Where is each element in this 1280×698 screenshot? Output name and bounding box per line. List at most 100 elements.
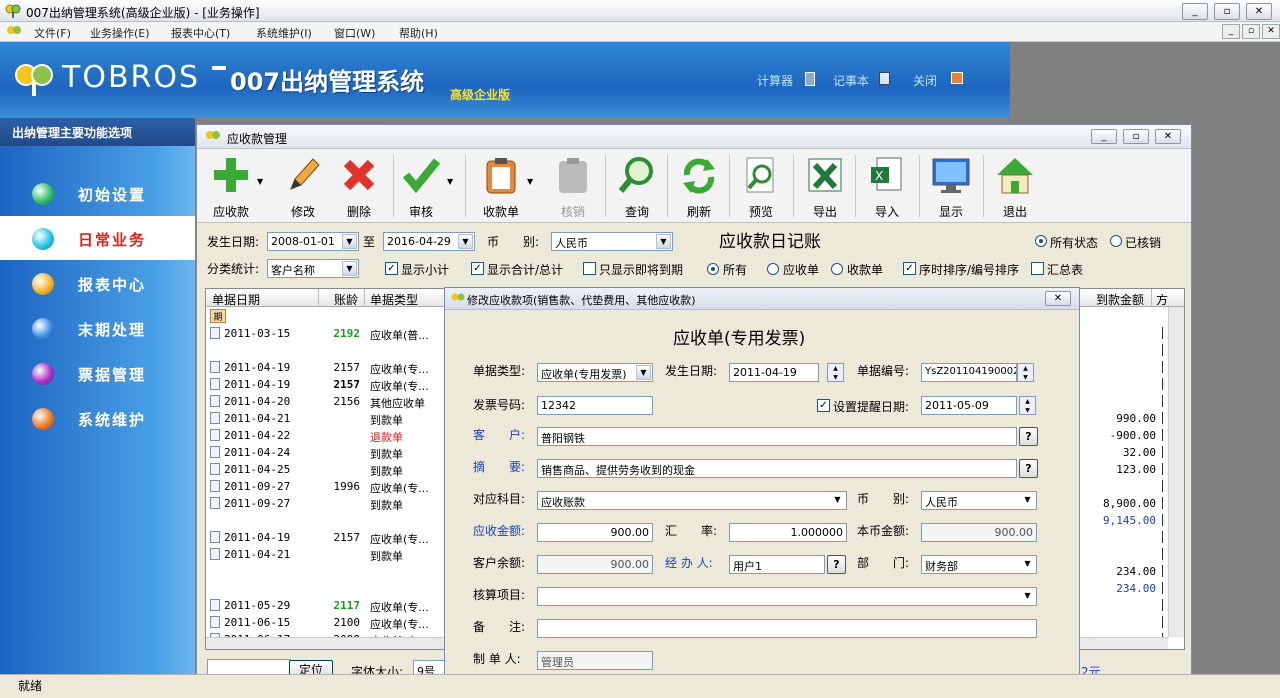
date-to-picker[interactable]: 2016-04-29 ▼ [383, 232, 475, 251]
table-row[interactable]: 2011-04-21 到款单 [206, 546, 446, 563]
due-checkbox[interactable] [583, 262, 596, 275]
table-row[interactable] [206, 563, 446, 580]
calculator-link[interactable]: 计算器 [757, 72, 793, 89]
col-date[interactable]: 单据日期 [212, 291, 260, 308]
table-row[interactable] [206, 342, 446, 359]
customer-lookup-button[interactable]: ? [1019, 427, 1038, 446]
exit-button[interactable]: 退出 [985, 151, 1045, 221]
doc-no-input[interactable]: YsZ201104190002 [921, 363, 1017, 382]
refresh-button[interactable]: 刷新 [669, 151, 729, 221]
sort-checkbox[interactable]: ✓ [903, 262, 916, 275]
summary-lookup-button[interactable]: ? [1019, 459, 1038, 478]
minimize-button[interactable]: _ [1182, 3, 1208, 20]
type-receivable-radio[interactable] [767, 263, 779, 275]
dialog-close-button[interactable]: ✕ [1045, 291, 1071, 306]
child-close-button[interactable]: ✕ [1155, 129, 1181, 144]
summary-input[interactable]: 销售商品、提供劳务收到的现金 [537, 459, 1017, 478]
customer-input[interactable]: 普阳钢铁 [537, 427, 1017, 446]
close-link[interactable]: 关闭 [913, 72, 937, 89]
col-age[interactable]: 账龄 [334, 291, 358, 308]
mdi-restore-button[interactable]: ▫ [1242, 24, 1260, 39]
table-row[interactable] [206, 512, 446, 529]
date-spinner[interactable]: ▲ ▼ [827, 363, 844, 382]
remind-spinner[interactable]: ▲ ▼ [1019, 396, 1036, 415]
table-row[interactable]: 2011-04-20 2156 其他应收单 [206, 393, 446, 410]
close-button[interactable]: ✕ [1246, 3, 1272, 20]
remind-date-input[interactable]: 2011-05-09 [921, 396, 1017, 415]
menu-help[interactable]: 帮助(H) [399, 25, 438, 41]
handler-input[interactable]: 用户1 [729, 555, 825, 574]
menu-reports[interactable]: 报表中心(T) [171, 25, 230, 41]
query-button[interactable]: 查询 [607, 151, 667, 221]
table-row[interactable]: 2011-04-21 到款单 [206, 410, 446, 427]
dept-select[interactable]: 财务部 ▼ [921, 555, 1037, 574]
table-row[interactable]: 2011-09-27 1996 应收单(专... [206, 478, 446, 495]
table-row[interactable]: 2011-03-15 2192 应收单(普... [206, 325, 446, 342]
child-restore-button[interactable]: ▫ [1123, 129, 1149, 144]
export-button[interactable]: 导出 [795, 151, 855, 221]
remind-checkbox[interactable]: ✓ [817, 399, 830, 412]
group-select[interactable]: 客户名称 ▼ [267, 259, 359, 278]
col-direction[interactable]: 方 [1156, 291, 1168, 308]
subtotal-checkbox[interactable]: ✓ [385, 262, 398, 275]
menu-maintenance[interactable]: 系统维护(I) [256, 25, 312, 41]
edit-button[interactable]: 修改 [273, 151, 333, 221]
table-row[interactable]: 2011-06-15 2100 应收单(专... [206, 614, 446, 631]
sidebar-item-system[interactable]: 系统维护 [0, 396, 195, 440]
import-button[interactable]: X 导入 [857, 151, 917, 221]
note-input[interactable] [537, 619, 1037, 638]
mdi-close-button[interactable]: ✕ [1262, 24, 1280, 39]
type-all-radio[interactable] [707, 263, 719, 275]
display-button[interactable]: 显示 [921, 151, 981, 221]
grid-scrollbar[interactable] [1168, 307, 1184, 637]
date-input[interactable]: 2011-04-19 [729, 363, 819, 382]
chevron-down-icon[interactable]: ▼ [447, 177, 453, 186]
sidebar-item-bills[interactable]: 票据管理 [0, 351, 195, 395]
audit-button[interactable]: ▼ 审核 [391, 151, 453, 221]
type-payment-radio[interactable] [831, 263, 843, 275]
sidebar-item-reports[interactable]: 报表中心 [0, 261, 195, 305]
menu-file[interactable]: 文件(F) [34, 25, 71, 41]
writeoff-button[interactable]: 核销 [543, 151, 603, 221]
status-verified-radio[interactable] [1110, 235, 1122, 247]
invoice-input[interactable]: 12342 [537, 396, 653, 415]
chevron-down-icon[interactable]: ▼ [257, 177, 263, 186]
status-all-radio[interactable] [1035, 235, 1047, 247]
table-row[interactable]: 2011-09-27 到款单 [206, 495, 446, 512]
table-row[interactable]: 2011-04-19 2157 应收单(专... [206, 376, 446, 393]
handler-lookup-button[interactable]: ? [827, 555, 846, 574]
amount-input[interactable]: 900.00 [537, 523, 653, 542]
summary-checkbox[interactable] [1031, 262, 1044, 275]
currency-select-dialog[interactable]: 人民币 ▼ [921, 491, 1037, 510]
date-from-picker[interactable]: 2008-01-01 ▼ [267, 232, 359, 251]
menu-business[interactable]: 业务操作(E) [90, 25, 150, 41]
table-row[interactable]: 2011-04-19 2157 应收单(专... [206, 529, 446, 546]
currency-select[interactable]: 人民币 ▼ [551, 232, 673, 251]
maximize-button[interactable]: ▫ [1214, 3, 1240, 20]
total-checkbox[interactable]: ✓ [471, 262, 484, 275]
sidebar-item-init[interactable]: 初始设置 [0, 171, 195, 215]
preview-button[interactable]: 预览 [731, 151, 791, 221]
project-select[interactable]: ▼ [537, 587, 1037, 606]
table-row[interactable]: 2011-04-22 退款单 [206, 427, 446, 444]
table-row[interactable]: 2011-04-19 2157 应收单(专... [206, 359, 446, 376]
table-row[interactable]: 2011-04-25 到款单 [206, 461, 446, 478]
mdi-minimize-button[interactable]: _ [1222, 24, 1240, 39]
child-minimize-button[interactable]: _ [1091, 129, 1117, 144]
col-received[interactable]: 到款金额 [1096, 291, 1144, 308]
delete-button[interactable]: 删除 [329, 151, 389, 221]
notepad-link[interactable]: 记事本 [833, 72, 869, 89]
doc-no-spinner[interactable]: ▲ ▼ [1017, 363, 1034, 382]
doc-type-select[interactable]: 应收单(专用发票) ▼ [537, 363, 653, 382]
new-receivable-button[interactable]: ▼ 应收款 [201, 151, 263, 221]
rate-input[interactable]: 1.000000 [729, 523, 847, 542]
table-row[interactable] [206, 580, 446, 597]
sidebar-item-period-end[interactable]: 末期处理 [0, 306, 195, 350]
chevron-down-icon[interactable]: ▼ [527, 177, 533, 186]
col-type[interactable]: 单据类型 [370, 291, 418, 308]
payment-receipt-button[interactable]: ▼ 收款单 [471, 151, 533, 221]
table-row[interactable]: 2011-05-29 2117 应收单(专... [206, 597, 446, 614]
sidebar-item-daily[interactable]: 日常业务 [0, 216, 195, 260]
account-select[interactable]: 应收账款 ▼ [537, 491, 847, 510]
menu-window[interactable]: 窗口(W) [334, 25, 375, 41]
